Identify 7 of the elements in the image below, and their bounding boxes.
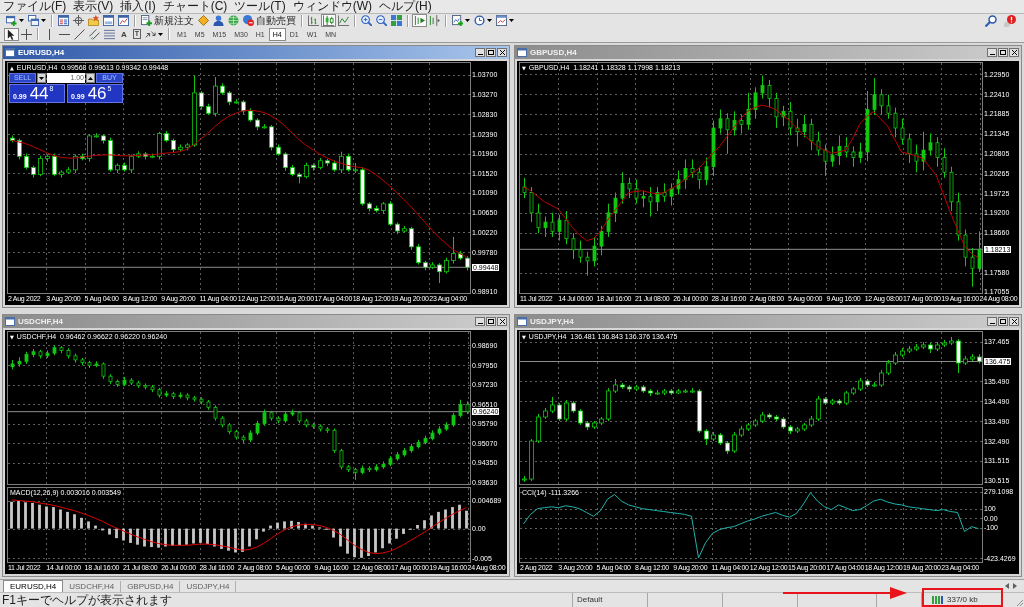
window-title: EURUSD,H4 <box>18 47 65 58</box>
window-title: GBPUSD,H4 <box>530 47 577 58</box>
window-title: USDJPY,H4 <box>530 316 574 327</box>
profile-label: Default <box>572 593 647 607</box>
window-title: USDCHF,H4 <box>18 316 63 327</box>
status-message: F1キーでヘルプが表示されます <box>1 593 173 607</box>
traffic-label: 337/0 kb <box>947 595 978 605</box>
